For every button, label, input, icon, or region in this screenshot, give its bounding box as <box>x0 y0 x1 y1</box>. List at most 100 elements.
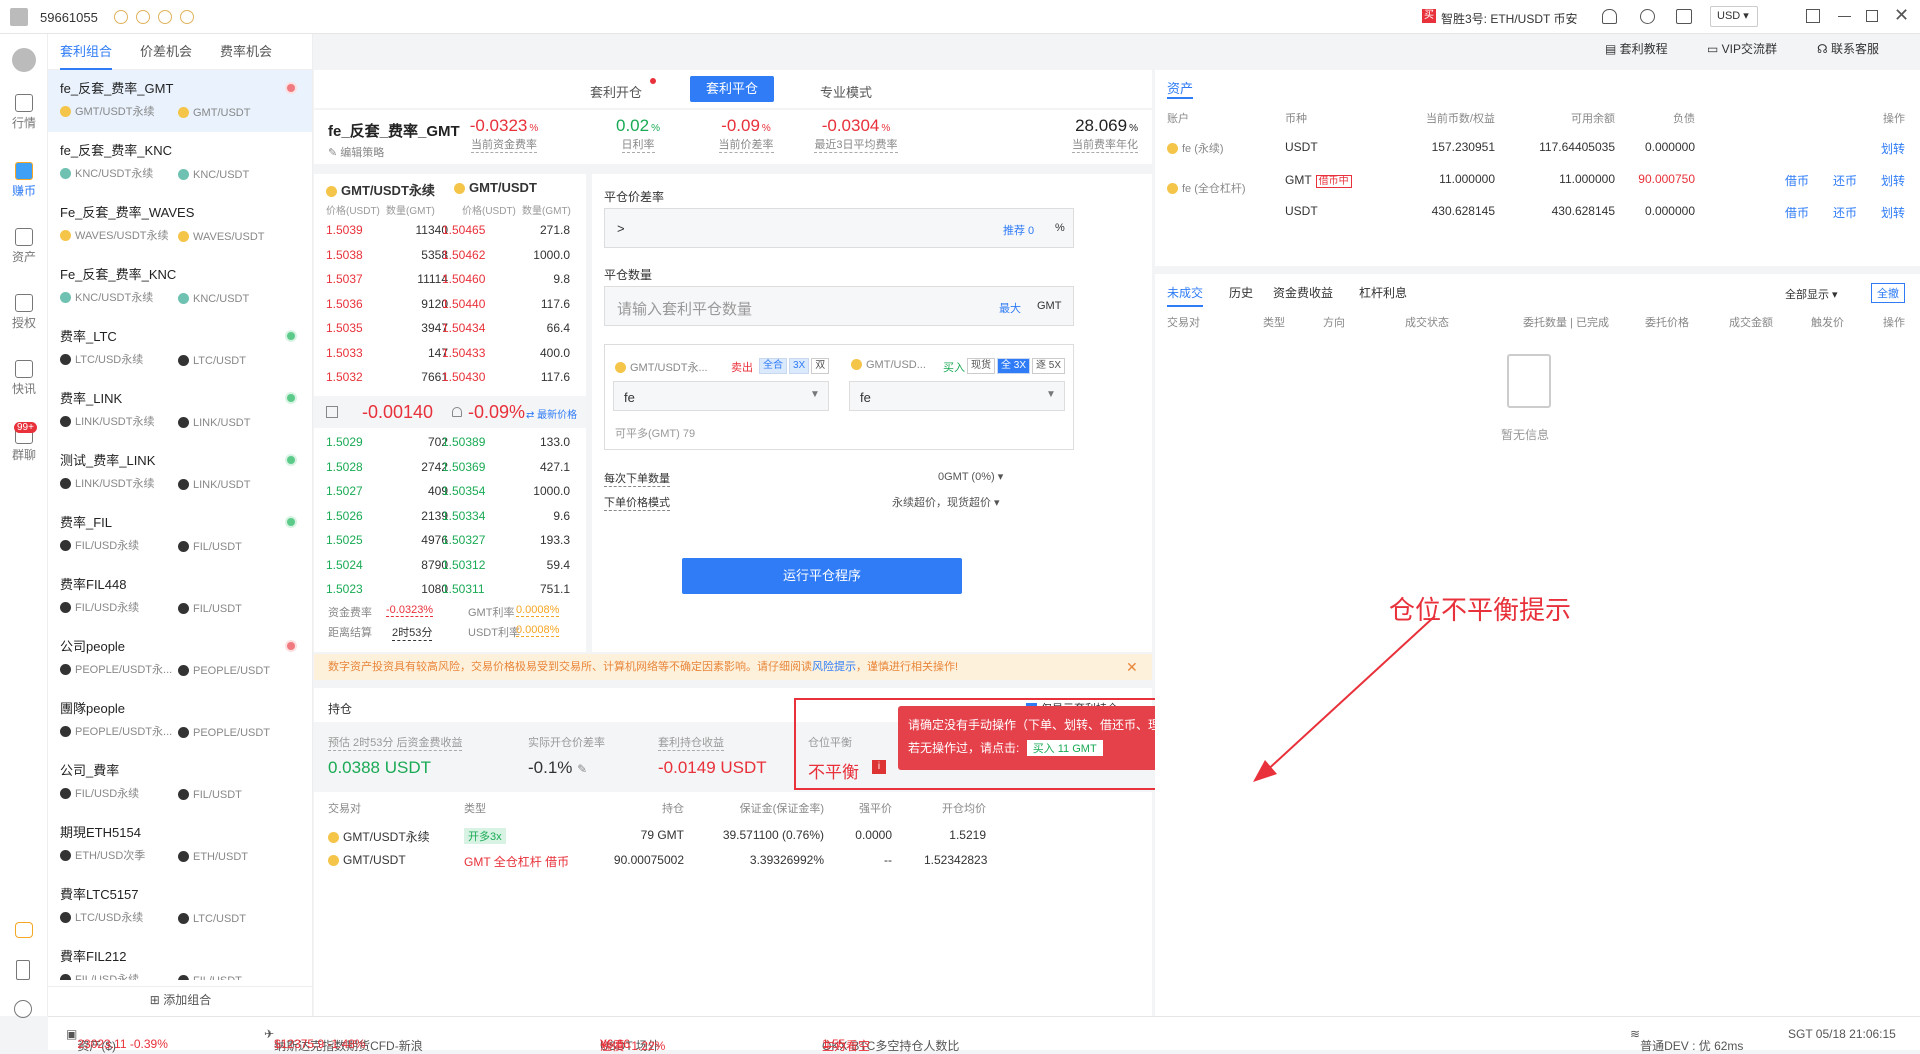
tab-spread-opps[interactable]: 价差机会 <box>140 34 192 70</box>
depth-icon[interactable] <box>326 406 338 418</box>
leg2-tag-3[interactable]: 逐 5X <box>1032 358 1066 374</box>
ob-row[interactable]: 1.5029 702 1.50389 133.0 <box>314 430 579 454</box>
ob-right-title[interactable]: GMT/USDT <box>454 180 537 195</box>
phone-icon[interactable] <box>180 10 194 24</box>
order-tab[interactable]: 未成交 <box>1167 284 1204 307</box>
table-row[interactable]: fe (全仓杠杆) GMT 借币中 11.000000 11.000000 90.0007… <box>1155 168 1920 196</box>
ob-left-title[interactable]: GMT/USDT永续 <box>326 180 435 199</box>
strategy-item[interactable]: 测试_费率_LINK LINK/USDT永续 LINK/USDT <box>48 442 312 504</box>
check-icon[interactable] <box>158 10 172 24</box>
heart-icon[interactable] <box>15 922 33 938</box>
tab-pro[interactable]: 专业模式 <box>820 82 872 101</box>
table-row[interactable]: USDT 430.628145 430.628145 0.000000 借币 还币 划转 <box>1155 200 1920 228</box>
ob-row[interactable]: 1.5026 2139 1.50334 9.6 <box>314 504 579 528</box>
qty-max[interactable]: 最大 <box>999 300 1021 316</box>
nav-earn[interactable]: 赚币 <box>0 162 48 199</box>
ob-row[interactable]: 1.5033 147 1.50433 400.0 <box>314 341 579 365</box>
nav-auth[interactable]: 授权 <box>0 294 48 331</box>
shield-icon[interactable] <box>136 10 150 24</box>
edit-strategy-link[interactable]: ✎ 编辑策略 <box>328 144 384 160</box>
strategy-item[interactable]: fe_反套_费率_GMT GMT/USDT永续 GMT/USDT <box>48 70 312 132</box>
nav-news[interactable]: 快讯 <box>0 360 48 397</box>
strategy-item[interactable]: 费率FIL448 FIL/USD永续 FIL/USDT <box>48 566 312 628</box>
ob-row[interactable]: 1.5038 5358 1.50462 1000.0 <box>314 243 579 267</box>
ob-row[interactable]: 1.5039 11340 1.50465 271.8 <box>314 218 579 242</box>
strategy-item[interactable]: 费率_FIL FIL/USD永续 FIL/USDT <box>48 504 312 566</box>
asset-op-link[interactable]: 借币 <box>1785 174 1809 188</box>
order-tab[interactable]: 杠杆利息 <box>1359 284 1407 301</box>
status-network[interactable]: ≋ 普通DEV : 优 62ms <box>1630 1027 1743 1053</box>
ob-row[interactable]: 1.5036 9120 1.50440 117.6 <box>314 292 579 316</box>
asset-op-link[interactable]: 划转 <box>1881 142 1905 156</box>
vip-icon[interactable] <box>114 10 128 24</box>
ob-row[interactable]: 1.5037 11114 1.50460 9.8 <box>314 267 579 291</box>
strategy-item[interactable]: 公司_費率 FIL/USD永续 FIL/USDT <box>48 752 312 814</box>
ob-row[interactable]: 1.5024 8790 1.50312 59.4 <box>314 553 579 577</box>
strategy-item[interactable]: 公司people PEOPLE/USDT永... PEOPLE/USDT <box>48 628 312 690</box>
ob-row[interactable]: 1.5023 1080 1.50311 751.1 <box>314 577 579 601</box>
strategy-item[interactable]: 费率_LINK LINK/USDT永续 LINK/USDT <box>48 380 312 442</box>
leg1-account-select[interactable]: fe ▼ <box>613 381 829 411</box>
search-icon[interactable] <box>1640 9 1655 24</box>
tutorial-link[interactable]: ▤ 套利教程 <box>1605 40 1668 57</box>
phone-device-icon[interactable] <box>16 960 30 980</box>
nav-market[interactable]: 行情 <box>0 94 48 131</box>
strategy-item[interactable]: Fe_反套_费率_KNC KNC/USDT永续 KNC/USDT <box>48 256 312 318</box>
tab-open[interactable]: 套利开仓 <box>590 82 642 101</box>
asset-op-link[interactable]: 还币 <box>1833 174 1857 188</box>
bell-icon[interactable] <box>452 407 462 417</box>
strategy-item[interactable]: fe_反套_费率_KNC KNC/USDT永续 KNC/USDT <box>48 132 312 194</box>
notice-text[interactable]: 智胜3号: ETH/USDT 币安 <box>1441 10 1577 27</box>
tab-rate-opps[interactable]: 费率机会 <box>220 34 272 70</box>
ob-row[interactable]: 1.5032 7661 1.50430 117.6 <box>314 365 579 389</box>
settings-icon[interactable] <box>14 1000 32 1018</box>
ob-row[interactable]: 1.5035 3947 1.50434 66.4 <box>314 316 579 340</box>
leg2-account-select[interactable]: fe ▼ <box>849 381 1065 411</box>
asset-op-link[interactable]: 划转 <box>1881 174 1905 188</box>
spread-recommend[interactable]: 推荐 0 <box>1003 222 1034 238</box>
strategy-item[interactable]: 期現ETH5154 ETH/USD次季 ETH/USDT <box>48 814 312 876</box>
status-nasdaq[interactable]: ✈ 纳斯达克指数期货CFD-新浪 $12375.9 -1.48% <box>264 1027 423 1053</box>
leg1-tag-2[interactable]: 3X <box>789 358 810 374</box>
leg2-tag-1[interactable]: 现货 <box>967 358 995 374</box>
ob-row[interactable]: 1.5027 409 1.50354 1000.0 <box>314 479 579 503</box>
close-icon[interactable]: ✕ <box>1126 654 1138 680</box>
asset-op-link[interactable]: 还币 <box>1833 206 1857 220</box>
add-group-button[interactable]: ⊞ 添加组合 <box>48 986 313 1012</box>
leg1-tag-1[interactable]: 全合 <box>759 358 787 374</box>
cancel-all-button[interactable]: 全撤 <box>1871 283 1905 303</box>
strategy-item[interactable]: 費率FIL212 FIL/USD永续 FIL/USDT <box>48 938 312 980</box>
support-link[interactable]: ☊ 联系客服 <box>1817 40 1879 57</box>
tab-arb-groups[interactable]: 套利组合 <box>60 35 113 70</box>
table-row[interactable]: fe (永续) USDT 157.230951 117.64405035 0.00000… <box>1155 136 1920 164</box>
order-tab[interactable]: 资金费收益 <box>1273 284 1333 301</box>
currency-select[interactable]: USD ▾ <box>1710 6 1758 27</box>
bell-icon[interactable] <box>1602 9 1617 24</box>
strategy-item[interactable]: 費率LTC5157 LTC/USD永续 LTC/USDT <box>48 876 312 938</box>
qty-input[interactable]: 请输入套利平仓数量 最大 GMT <box>604 286 1074 326</box>
vip-group-link[interactable]: ▭ VIP交流群 <box>1707 40 1777 57</box>
run-close-button[interactable]: 运行平仓程序 <box>682 558 962 594</box>
leg1-tag-3[interactable]: 双 <box>811 358 830 374</box>
status-asset[interactable]: ▣ 资产($) 23023.11 -0.39% <box>66 1027 168 1053</box>
close-icon[interactable]: ✕ <box>1894 5 1909 26</box>
avatar-icon[interactable] <box>10 8 28 26</box>
order-tab[interactable]: 历史 <box>1229 284 1253 301</box>
filter-select[interactable]: 全部显示 ▾ <box>1785 286 1838 302</box>
edit-icon[interactable]: ✎ <box>577 762 587 776</box>
strategy-item[interactable]: 费率_LTC LTC/USD永续 LTC/USDT <box>48 318 312 380</box>
strategy-item[interactable]: 團隊people PEOPLE/USDT永... PEOPLE/USDT <box>48 690 312 752</box>
nav-assets[interactable]: 资产 <box>0 228 48 265</box>
risk-link[interactable]: 风险提示 <box>812 661 856 673</box>
tab-close[interactable]: 套利平仓 <box>690 76 774 102</box>
leg2-tag-2[interactable]: 全 3X <box>997 358 1031 374</box>
ob-row[interactable]: 1.5028 2742 1.50369 427.1 <box>314 455 579 479</box>
table-row[interactable]: GMT/USDT永续 开多3x 79 GMT 39.571100 (0.76%) 0.0… <box>314 824 1152 848</box>
pin-icon[interactable] <box>1806 9 1820 23</box>
ob-row[interactable]: 1.5025 4976 1.50327 193.3 <box>314 528 579 552</box>
shirt-icon[interactable] <box>1676 9 1692 24</box>
table-row[interactable]: GMT/USDT GMT 全仓杠杆 借币 90.00075002 3.39326992… <box>314 849 1152 873</box>
strategy-item[interactable]: Fe_反套_费率_WAVES WAVES/USDT永续 WAVES/USDT <box>48 194 312 256</box>
latest-price-link[interactable]: ⇄ 最新价格 <box>526 406 577 421</box>
price-mode-select[interactable]: 永续超价，现货超价 ▾ <box>892 494 1000 510</box>
